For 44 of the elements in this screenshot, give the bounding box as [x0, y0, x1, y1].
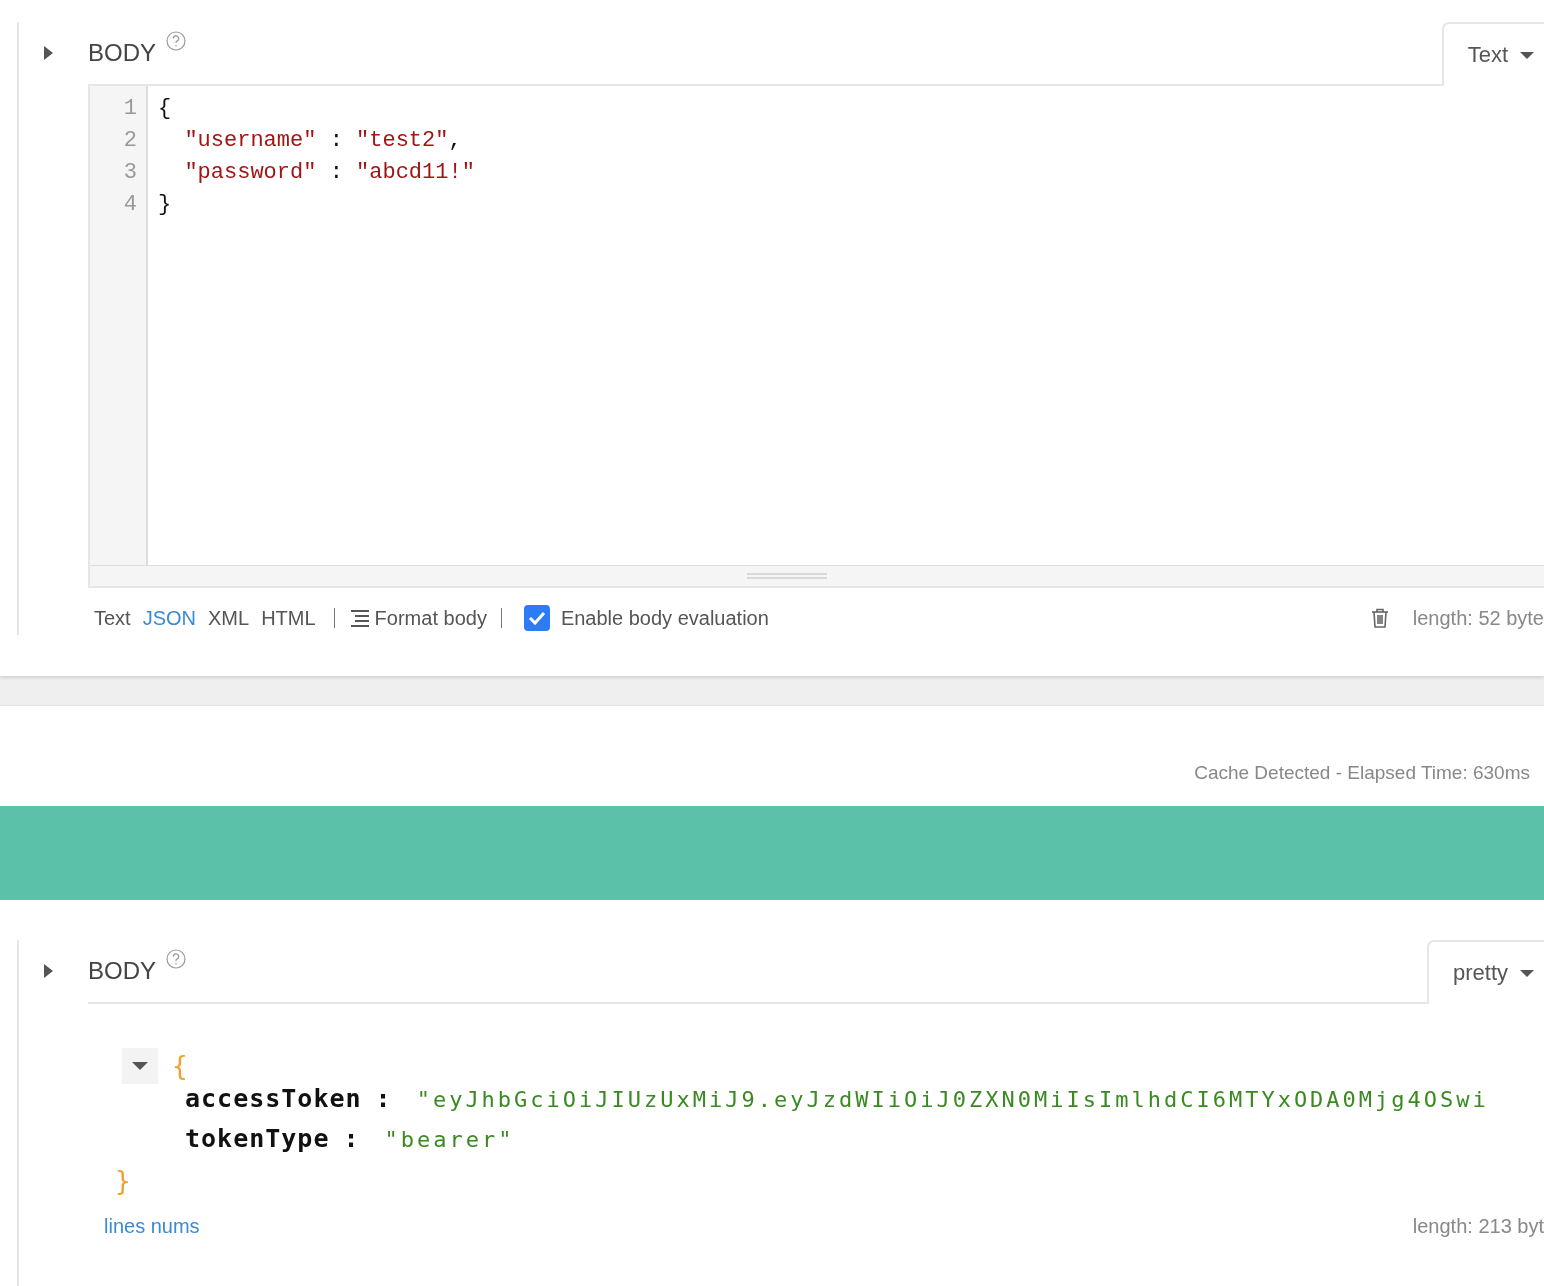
caret-icon — [1520, 969, 1534, 977]
json-brace: { — [172, 1051, 188, 1081]
line-number: 3 — [122, 160, 138, 187]
body-length: length: 213 byt — [1412, 1214, 1544, 1238]
json-value: "eyJhbGciOiJIUzUxMiJ9.eyJzdWIiOiJ0ZXN0MiIsImlhdCI6MTYxODA0Mjg4OSwi — [416, 1087, 1489, 1112]
format-link[interactable]: XML — [208, 606, 250, 630]
format-body-button[interactable]: Format body — [350, 606, 487, 630]
expand-arrow-icon — [43, 45, 54, 61]
caret-icon — [1520, 51, 1534, 59]
format-link[interactable]: HTML — [261, 606, 316, 630]
json-key: accessToken — [185, 1084, 362, 1113]
json-separator: : — [375, 1084, 391, 1113]
section-title: BODY — [88, 957, 156, 985]
json-brace: } — [115, 1166, 132, 1196]
collapse-toggle[interactable] — [122, 1048, 158, 1084]
code-editor[interactable]: 1 2 3 4 { "username" : "test2", "password" : "abcd11!" } — [88, 86, 1544, 588]
align-lines-icon — [350, 608, 369, 628]
help-icon — [166, 949, 186, 969]
format-link[interactable]: JSON — [142, 606, 197, 630]
checkbox-label: Enable body evaluation — [560, 606, 769, 630]
code-line: { — [158, 96, 172, 123]
line-number: 2 — [122, 128, 138, 155]
view-dropdown[interactable]: Text — [1441, 22, 1544, 86]
check-icon — [527, 610, 546, 626]
json-value: "bearer" — [384, 1127, 515, 1152]
line-number: 4 — [122, 192, 138, 219]
json-separator: : — [343, 1124, 359, 1153]
code-line: "username" : "test2", — [183, 128, 462, 155]
view-dropdown[interactable]: pretty — [1426, 940, 1544, 1004]
json-key: tokenType — [185, 1124, 330, 1153]
help-icon — [166, 31, 186, 51]
code-line: } — [158, 192, 172, 219]
trash-icon — [1370, 608, 1389, 628]
expand-arrow-icon — [43, 963, 54, 979]
format-link[interactable]: Text — [94, 606, 131, 630]
section-title: BODY — [88, 39, 156, 67]
resize-handle-icon — [747, 573, 827, 579]
checkbox[interactable] — [523, 605, 550, 631]
line-number: 1 — [122, 96, 138, 123]
caret-icon — [132, 1062, 148, 1070]
body-length: length: 52 byte — [1412, 606, 1544, 630]
code-line: "password" : "abcd11!" — [183, 160, 475, 187]
lines-nums-link[interactable]: lines nums — [104, 1214, 200, 1238]
elapsed-time-status: Cache Detected - Elapsed Time: 630ms — [1194, 762, 1530, 784]
